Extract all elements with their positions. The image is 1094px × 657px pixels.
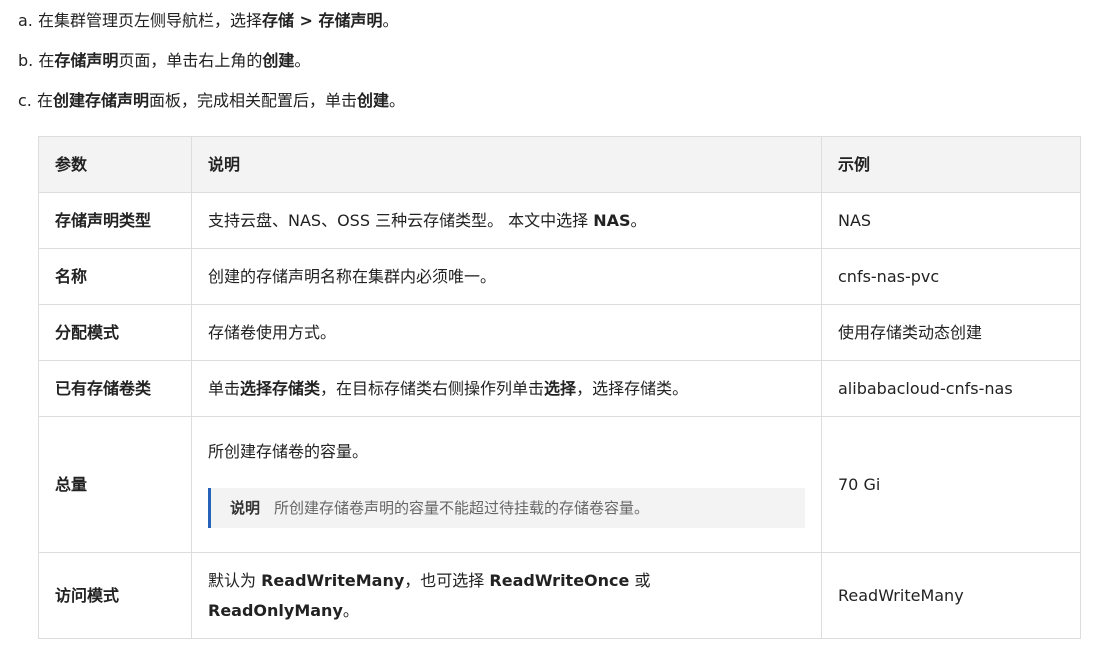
param-description: 默认为 ReadWriteMany，也可选择 ReadWriteOnce 或 R…: [191, 552, 822, 639]
param-name: 存储声明类型: [38, 192, 192, 249]
param-name: 名称: [38, 248, 192, 305]
step-c-text-mid: 面板，完成相关配置后，单击: [149, 91, 358, 110]
header-example: 示例: [821, 136, 1081, 193]
table-row: 访问模式 默认为 ReadWriteMany，也可选择 ReadWriteOnc…: [38, 552, 1081, 639]
param-name: 总量: [38, 416, 192, 553]
step-c-text: c. 在: [18, 91, 53, 110]
step-b-page-name: 存储声明: [54, 51, 119, 70]
param-name: 访问模式: [38, 552, 192, 639]
param-example: alibabacloud-cnfs-nas: [821, 360, 1081, 417]
param-description: 所创建存储卷的容量。 说明 所创建存储卷声明的容量不能超过待挂载的存储卷容量。: [191, 416, 822, 553]
param-description: 存储卷使用方式。: [191, 304, 822, 361]
step-c-button-name: 创建: [357, 91, 390, 110]
step-a-end: 。: [382, 11, 399, 30]
parameter-table: 参数 说明 示例 存储声明类型 支持云盘、NAS、OSS 三种云存储类型。 本文…: [38, 136, 1081, 639]
step-b-text-mid: 页面，单击右上角的: [118, 51, 263, 70]
param-description: 创建的存储声明名称在集群内必须唯一。: [191, 248, 822, 305]
header-description: 说明: [191, 136, 822, 193]
step-a-menu-path: 存储 > 存储声明: [261, 11, 383, 30]
step-b: b. 在存储声明页面，单击右上角的创建。: [18, 50, 310, 72]
step-a-text: a. 在集群管理页左侧导航栏，选择: [18, 11, 262, 30]
description-line-2: ReadOnlyMany。: [208, 600, 359, 620]
table-row: 名称 创建的存储声明名称在集群内必须唯一。 cnfs-nas-pvc: [38, 248, 1081, 305]
param-description: 单击选择存储类，在目标存储类右侧操作列单击选择，选择存储类。: [191, 360, 822, 417]
step-c: c. 在创建存储声明面板，完成相关配置后，单击创建。: [18, 90, 405, 112]
table-header-row: 参数 说明 示例: [38, 136, 1081, 193]
note-text: 所创建存储卷声明的容量不能超过待挂载的存储卷容量。: [274, 499, 650, 517]
step-c-panel-name: 创建存储声明: [52, 91, 149, 110]
table-row: 总量 所创建存储卷的容量。 说明 所创建存储卷声明的容量不能超过待挂载的存储卷容量…: [38, 416, 1081, 553]
param-example: cnfs-nas-pvc: [821, 248, 1081, 305]
table-row: 存储声明类型 支持云盘、NAS、OSS 三种云存储类型。 本文中选择 NAS。 …: [38, 192, 1081, 249]
param-name: 分配模式: [38, 304, 192, 361]
step-b-end: 。: [294, 51, 311, 70]
step-a: a. 在集群管理页左侧导航栏，选择存储 > 存储声明。: [18, 10, 399, 32]
param-example: 70 Gi: [821, 416, 1081, 553]
step-b-button-name: 创建: [262, 51, 295, 70]
param-example: NAS: [821, 192, 1081, 249]
param-example: ReadWriteMany: [821, 552, 1081, 639]
table-row: 已有存储卷类 单击选择存储类，在目标存储类右侧操作列单击选择，选择存储类。 al…: [38, 360, 1081, 417]
table-row: 分配模式 存储卷使用方式。 使用存储类动态创建: [38, 304, 1081, 361]
description-line-1: 默认为 ReadWriteMany，也可选择 ReadWriteOnce 或: [208, 570, 651, 590]
step-c-end: 。: [389, 91, 406, 110]
param-example: 使用存储类动态创建: [821, 304, 1081, 361]
note-callout: 说明 所创建存储卷声明的容量不能超过待挂载的存储卷容量。: [208, 488, 805, 528]
header-param: 参数: [38, 136, 192, 193]
step-b-text: b. 在: [18, 51, 55, 70]
param-description: 支持云盘、NAS、OSS 三种云存储类型。 本文中选择 NAS。: [191, 192, 822, 249]
note-label: 说明: [230, 499, 261, 517]
description-text: 所创建存储卷的容量。: [208, 442, 369, 461]
param-name: 已有存储卷类: [38, 360, 192, 417]
